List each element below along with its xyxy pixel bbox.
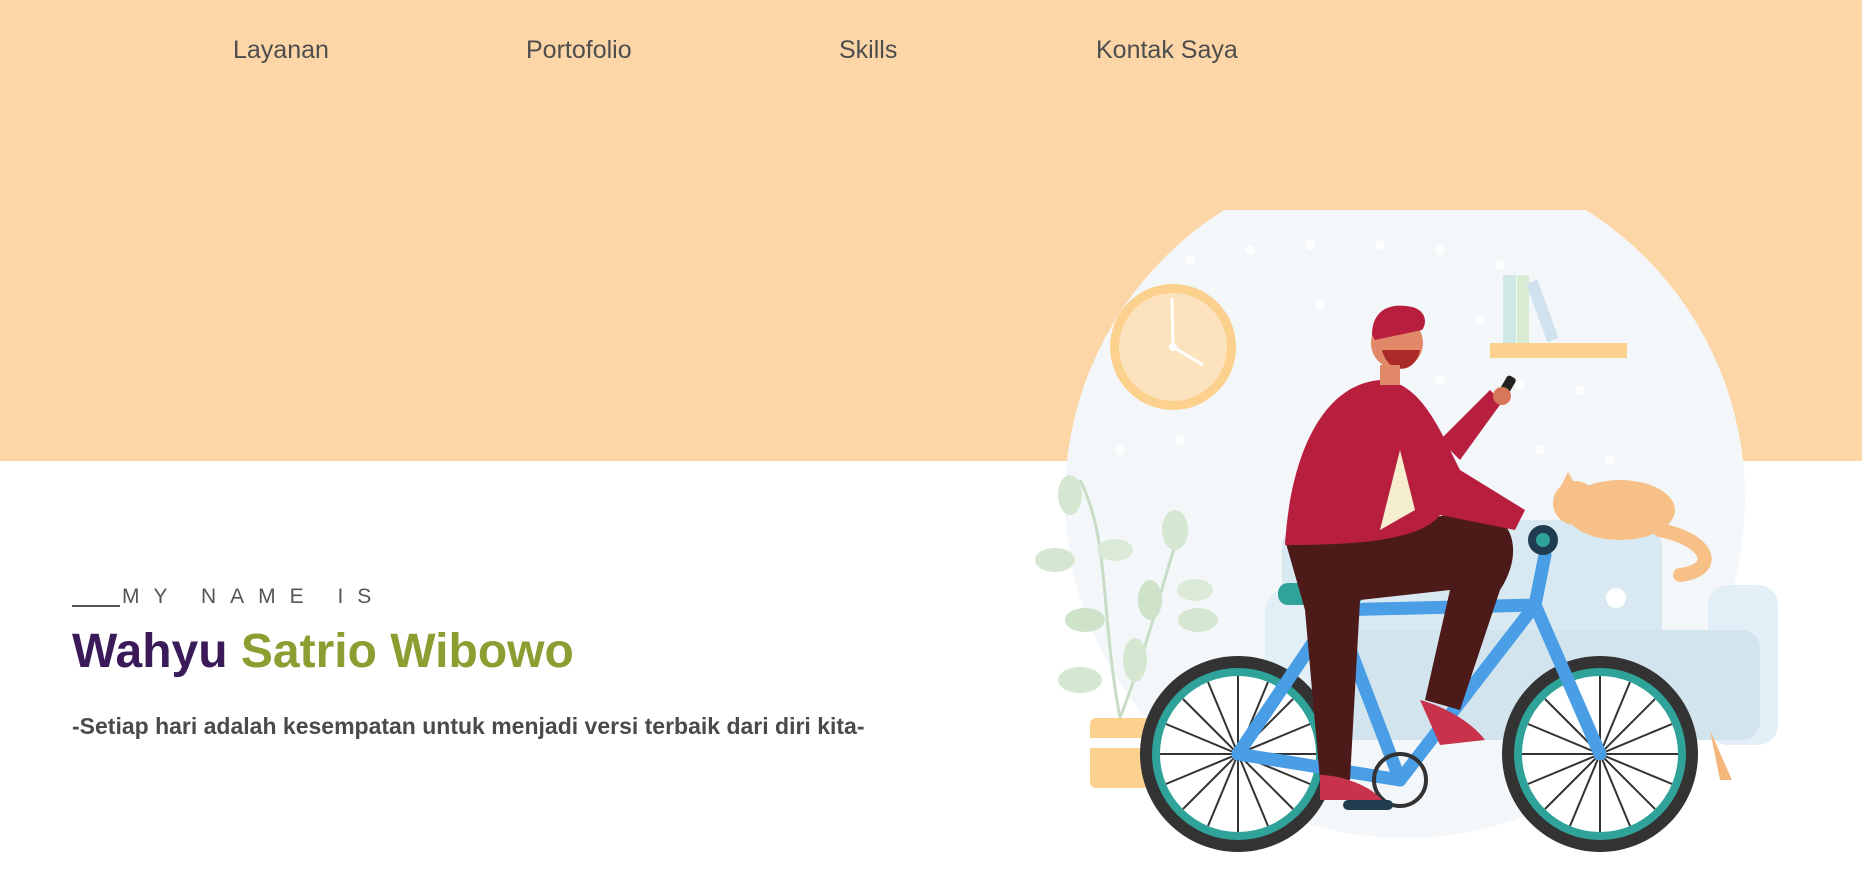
intro-eyebrow: MY NAME IS bbox=[72, 585, 385, 609]
nav-link-kontak-saya[interactable]: Kontak Saya bbox=[1096, 36, 1238, 65]
eyebrow-line bbox=[72, 605, 120, 607]
main-nav: Layanan Portofolio Skills Kontak Saya bbox=[0, 0, 1862, 110]
nav-link-skills[interactable]: Skills bbox=[839, 36, 897, 65]
nav-link-layanan[interactable]: Layanan bbox=[233, 36, 329, 65]
eyebrow-text: MY NAME IS bbox=[122, 585, 386, 608]
nav-link-portofolio[interactable]: Portofolio bbox=[526, 36, 632, 65]
clock-icon bbox=[1110, 284, 1236, 410]
hero-tagline: -Setiap hari adalah kesempatan untuk men… bbox=[72, 713, 865, 739]
man-riding-bicycle-illustration bbox=[1035, 210, 1778, 852]
name-first: Wahyu bbox=[72, 625, 228, 678]
hero-name: Wahyu Satrio Wibowo bbox=[72, 624, 574, 679]
name-last: Satrio Wibowo bbox=[240, 625, 574, 678]
